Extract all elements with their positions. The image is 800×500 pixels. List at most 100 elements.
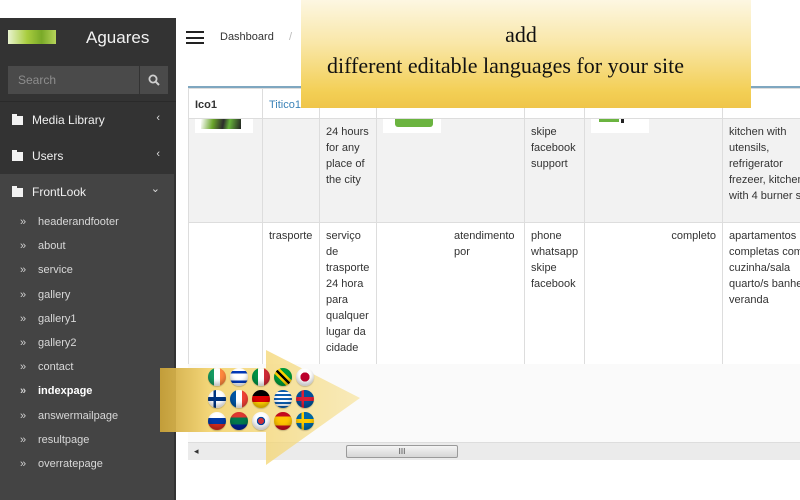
breadcrumb-separator: / <box>289 31 293 43</box>
chevron-left-icon: ‹ <box>156 112 160 124</box>
frontlook-submenu: » headerandfooter » about » service » gallery » g… <box>0 210 174 477</box>
search-icon <box>148 74 160 86</box>
flag-south-korea-icon[interactable] <box>252 412 270 430</box>
sidebar-subitem-about[interactable]: » about <box>0 234 174 258</box>
double-chevron-right-icon: » <box>20 216 27 229</box>
brand-name[interactable]: Aguares <box>86 28 149 48</box>
flag-iceland-icon[interactable] <box>296 390 314 408</box>
table-cell: serviço de trasporte 24 hora para qualqu… <box>319 222 377 364</box>
sidebar-subitem-service[interactable]: » service <box>0 258 174 282</box>
flag-france-icon[interactable] <box>230 390 248 408</box>
sidebar-subitem-label: indexpage <box>38 385 93 398</box>
image-thumbnail <box>591 119 649 133</box>
cell-text: kitchen with utensils, refrigerator frez… <box>729 126 800 202</box>
sidebar-item-media-library[interactable]: Media Library ‹ <box>0 102 174 138</box>
sidebar-subitem-label: resultpage <box>38 433 90 446</box>
sidebar-subitem-label: service <box>38 264 73 277</box>
sidebar-item-frontlook[interactable]: FrontLook ⌄ <box>0 174 174 210</box>
column-header[interactable]: Ico1 <box>188 88 263 119</box>
table-cell: 24 hours for any place of the city <box>319 118 377 223</box>
double-chevron-right-icon: » <box>20 240 27 253</box>
flag-greece-icon[interactable] <box>274 390 292 408</box>
scrollbar-thumb[interactable]: III <box>346 445 458 458</box>
double-chevron-right-icon: » <box>20 337 27 350</box>
double-chevron-right-icon: » <box>20 385 27 398</box>
sidebar-subitem-resultpage[interactable]: » resultpage <box>0 428 174 452</box>
sidebar-subitem-gallery2[interactable]: » gallery2 <box>0 331 174 355</box>
table-scroll-area[interactable]: Ico1 Titico1 ...o3 24 hours for any plac… <box>188 88 800 364</box>
sidebar-subitem-label: gallery1 <box>38 312 77 325</box>
sidebar-subitem-label: about <box>38 240 66 253</box>
sidebar-subitem-label: overratepage <box>38 457 103 470</box>
sidebar: Aguares Media Library ‹ Users ‹ FrontLoo… <box>0 18 176 500</box>
sidebar-subitem-gallery1[interactable]: » gallery1 <box>0 307 174 331</box>
sidebar-item-users[interactable]: Users ‹ <box>0 138 174 174</box>
sidebar-subitem-contact[interactable]: » contact <box>0 355 174 379</box>
sidebar-search <box>0 64 176 102</box>
logo[interactable] <box>8 30 56 44</box>
chevron-down-icon: ⌄ <box>150 183 160 195</box>
promo-subheadline: different editable languages for your si… <box>327 53 684 78</box>
cell-text: 24 hours for any place of the city <box>326 126 369 186</box>
table-cell: atendimento por <box>376 222 525 364</box>
flag-south-africa-icon[interactable] <box>230 412 248 430</box>
flag-finland-icon[interactable] <box>208 390 226 408</box>
folder-icon <box>12 149 23 161</box>
double-chevron-right-icon: » <box>20 288 27 301</box>
table-cell: skipe facebook support <box>524 118 585 223</box>
page: Aguares Media Library ‹ Users ‹ FrontLoo… <box>0 0 800 500</box>
table-cell: completo <box>584 222 723 364</box>
table-cell: trasporte <box>262 222 320 364</box>
sidebar-subitem-headerandfooter[interactable]: » headerandfooter <box>0 210 174 234</box>
flag-germany-icon[interactable] <box>252 390 270 408</box>
promo-headline: add <box>505 22 537 47</box>
table-cell <box>376 118 525 223</box>
cell-text: skipe facebook support <box>531 126 576 170</box>
flag-japan-icon[interactable] <box>296 368 314 386</box>
language-flags <box>208 368 318 432</box>
double-chevron-right-icon: » <box>20 264 27 277</box>
table-cell: apartamentos completas com cuzinha/sala … <box>722 222 800 364</box>
sidebar-item-label: Media Library <box>32 113 105 127</box>
sidebar-item-label: Users <box>32 149 64 163</box>
sidebar-subitem-label: headerandfooter <box>38 216 119 229</box>
folder-icon <box>12 185 23 197</box>
sidebar-subitem-label: gallery <box>38 288 71 301</box>
flag-jamaica-icon[interactable] <box>274 368 292 386</box>
flag-ireland-icon[interactable] <box>208 368 226 386</box>
double-chevron-right-icon: » <box>20 433 27 446</box>
breadcrumb-dashboard[interactable]: Dashboard <box>220 31 274 43</box>
table-cell: phone whatsapp skipe facebook <box>524 222 585 364</box>
sidebar-subitem-label: answermailpage <box>38 409 119 422</box>
flag-spain-icon[interactable] <box>274 412 292 430</box>
flag-italy-icon[interactable] <box>252 368 270 386</box>
sidebar-subitem-gallery[interactable]: » gallery <box>0 283 174 307</box>
sidebar-subitem-indexpage[interactable]: » indexpage <box>0 379 174 403</box>
sidebar-menu: Media Library ‹ Users ‹ FrontLook ⌄ » hea… <box>0 102 174 477</box>
table-cell: kitchen with utensils, refrigerator frez… <box>722 118 800 223</box>
indexpage-table: Ico1 Titico1 ...o3 24 hours for any plac… <box>188 88 800 364</box>
double-chevron-right-icon: » <box>20 457 27 470</box>
sidebar-item-label: FrontLook <box>32 185 87 199</box>
flag-israel-icon[interactable] <box>230 368 248 386</box>
search-input[interactable] <box>8 66 139 94</box>
double-chevron-right-icon: » <box>20 409 27 422</box>
table-row[interactable]: trasporte serviço de trasporte 24 hora p… <box>188 222 800 364</box>
search-button[interactable] <box>140 66 168 94</box>
sidebar-subitem-answermailpage[interactable]: » answermailpage <box>0 404 174 428</box>
table-row[interactable]: 24 hours for any place of the city skipe… <box>188 118 800 223</box>
folder-icon <box>12 113 23 125</box>
icon-thumbnail <box>195 119 253 133</box>
sidebar-subitem-overratepage[interactable]: » overratepage <box>0 452 174 476</box>
double-chevron-right-icon: » <box>20 361 27 374</box>
flag-russia-icon[interactable] <box>208 412 226 430</box>
promo-banner: add different editable languages for you… <box>301 0 751 108</box>
sidebar-subitem-label: gallery2 <box>38 337 77 350</box>
sidebar-subitem-label: contact <box>38 361 74 374</box>
hamburger-menu-icon[interactable] <box>186 31 204 44</box>
table-cell <box>188 222 263 364</box>
table-cell <box>584 118 723 223</box>
cell-text: atendimento por <box>454 230 515 258</box>
brand-header: Aguares <box>0 18 176 64</box>
flag-sweden-icon[interactable] <box>296 412 314 430</box>
